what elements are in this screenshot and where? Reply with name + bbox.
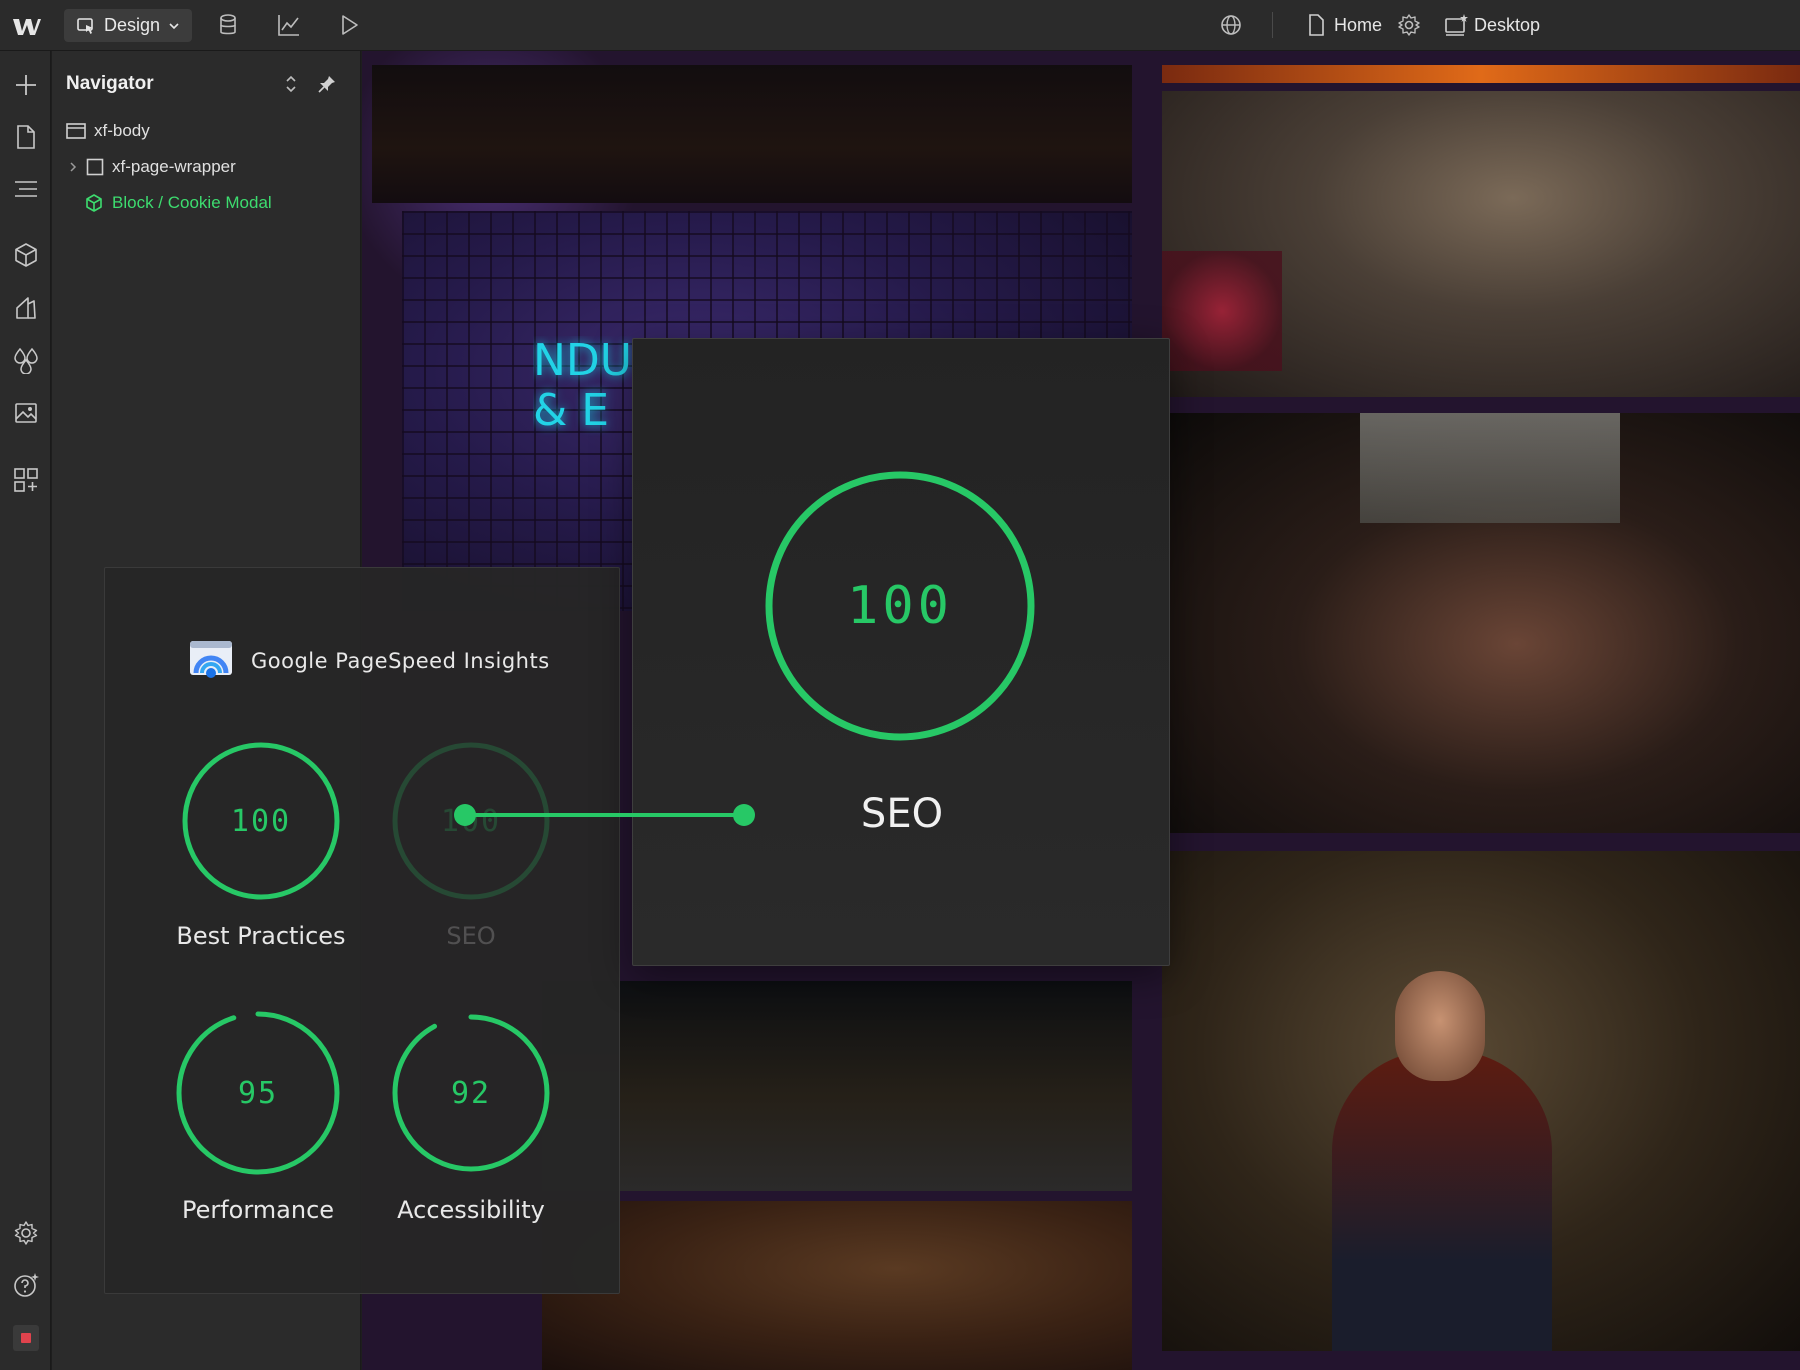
gallery-image-7[interactable] (1170, 413, 1800, 833)
current-page-label[interactable]: Home (1334, 15, 1382, 36)
pin-icon[interactable] (316, 73, 338, 95)
settings-icon[interactable] (12, 1219, 40, 1247)
nav-item-label: Block / Cookie Modal (112, 193, 272, 212)
neon-sign-text: NDU & E (533, 336, 632, 436)
gauge-score: 100 (440, 803, 502, 839)
left-toolbar (0, 51, 51, 1370)
gauge-label: Best Practices (176, 922, 346, 950)
image-detail (1162, 251, 1282, 371)
seo-gauge[interactable]: 100 (388, 738, 554, 904)
breakpoint-label[interactable]: Desktop (1474, 15, 1540, 36)
image-detail (1395, 971, 1485, 1081)
topbar-divider (1272, 12, 1273, 38)
best-practices-gauge[interactable]: 100 (178, 738, 344, 904)
navigator-title: Navigator (66, 73, 154, 94)
record-icon[interactable] (13, 1325, 39, 1351)
nav-item-xf-body[interactable]: xf-body (66, 121, 150, 141)
gallery-image-8[interactable] (1162, 851, 1800, 1351)
design-mode-label: Design (104, 15, 161, 35)
gauge-label: Accessibility (397, 1196, 545, 1224)
image-detail (1332, 1051, 1552, 1351)
gallery-image-1[interactable] (372, 65, 1132, 203)
seo-detail-label: SEO (860, 791, 944, 837)
record-dot (21, 1333, 31, 1343)
design-mode-button[interactable]: Design (64, 9, 192, 42)
seo-detail-score: 100 (847, 576, 953, 636)
gear-icon[interactable] (1396, 12, 1422, 38)
nav-item-cookie-modal[interactable]: Block / Cookie Modal (84, 193, 272, 213)
gallery-image-5[interactable] (1162, 65, 1800, 83)
component-icon (86, 194, 102, 212)
pagespeed-title: Google PageSpeed Insights (251, 649, 550, 673)
div-block-icon (86, 158, 104, 176)
gauge-score: 95 (237, 1075, 279, 1111)
help-icon[interactable] (12, 1271, 40, 1299)
accessibility-gauge[interactable]: 92 (388, 1010, 554, 1176)
assets-icon[interactable] (12, 399, 40, 427)
body-element-icon (66, 123, 86, 139)
desktop-icon (1445, 14, 1468, 36)
gallery-image-6[interactable] (1162, 91, 1800, 397)
navigator-icon[interactable] (12, 175, 40, 203)
apps-icon[interactable] (12, 466, 40, 494)
styles-icon[interactable] (12, 294, 40, 322)
webflow-logo-icon[interactable] (10, 12, 42, 40)
cms-icon[interactable] (215, 12, 241, 38)
chevron-right-icon[interactable] (68, 161, 78, 173)
pages-icon[interactable] (12, 123, 40, 151)
gauge-score: 92 (450, 1075, 492, 1111)
expand-collapse-icon[interactable] (280, 73, 302, 95)
nav-item-xf-page-wrapper[interactable]: xf-page-wrapper (68, 157, 236, 177)
variables-icon[interactable] (12, 346, 40, 374)
components-icon[interactable] (12, 241, 40, 269)
gauge-score: 100 (230, 803, 292, 839)
image-detail (1360, 413, 1620, 523)
nav-item-label: xf-page-wrapper (112, 157, 236, 176)
cursor-icon (77, 17, 93, 34)
analytics-icon[interactable] (276, 12, 302, 38)
gallery-image-3[interactable] (542, 981, 1132, 1191)
pagespeed-card: Google PageSpeed Insights 100 Best Pract… (104, 567, 620, 1294)
chevron-down-icon (169, 22, 179, 29)
gauge-label: SEO (446, 922, 496, 950)
page-icon (1309, 14, 1324, 36)
pagespeed-logo-icon (190, 641, 232, 678)
preview-icon[interactable] (336, 12, 362, 38)
performance-gauge[interactable]: 95 (175, 1010, 341, 1176)
nav-item-label: xf-body (94, 121, 150, 140)
globe-icon[interactable] (1218, 12, 1244, 38)
seo-detail-gauge: 100 (765, 471, 1035, 741)
seo-detail-card: 100 SEO (632, 338, 1170, 966)
pagespeed-header: Google PageSpeed Insights (189, 640, 550, 682)
add-icon[interactable] (12, 71, 40, 99)
gauge-label: Performance (181, 1196, 335, 1224)
top-bar: Design Home Desktop (0, 0, 1800, 51)
gallery-image-4[interactable] (542, 1201, 1132, 1370)
